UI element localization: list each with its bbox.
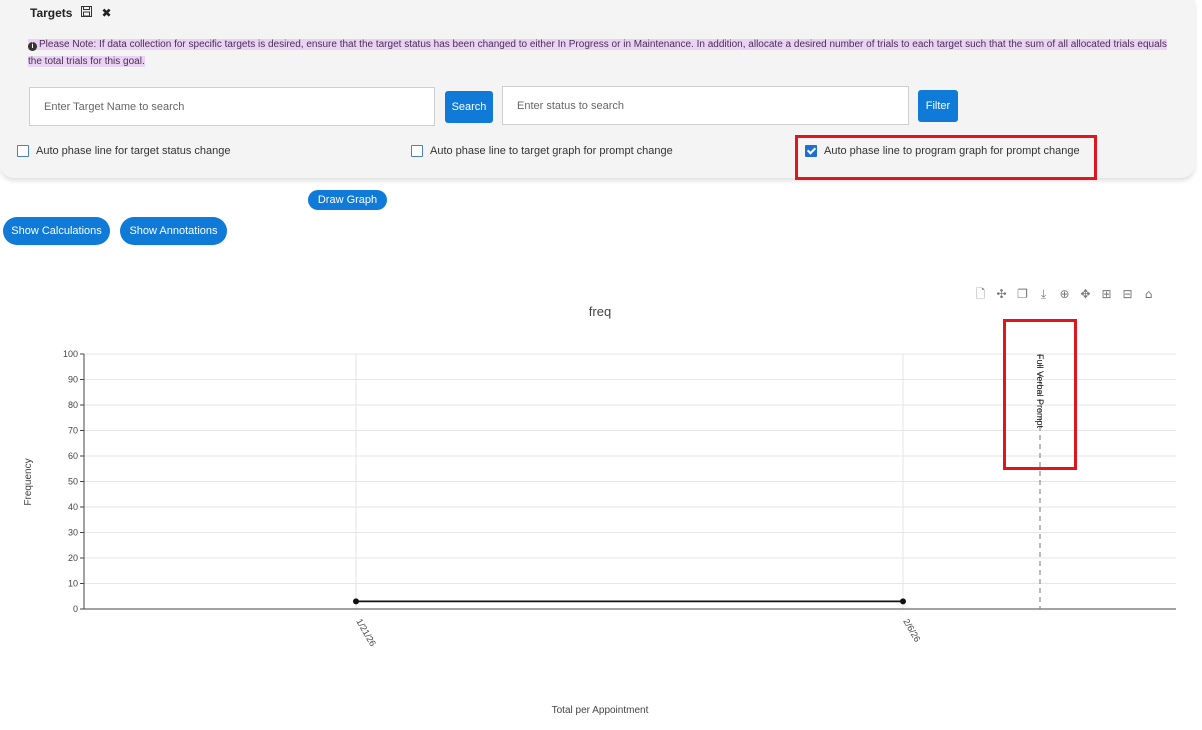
note-text: i Please Note: If data collection for spe…: [28, 36, 1176, 70]
y-axis-title: Frequency: [23, 458, 34, 505]
status-search-input[interactable]: [502, 86, 909, 125]
panel-header: Targets ✖: [30, 6, 112, 20]
y-tick-label: 50: [68, 477, 78, 487]
y-tick-label: 90: [68, 375, 78, 385]
y-tick-label: 0: [73, 604, 78, 614]
y-tick-label: 30: [68, 528, 78, 538]
phase-line-label: Full Verbal Prompt: [1035, 354, 1045, 429]
data-point: [900, 598, 906, 605]
checkbox-label: Auto phase line to program graph for pro…: [824, 145, 1080, 157]
y-tick-label: 80: [68, 400, 78, 410]
chart-title: freq: [589, 304, 611, 319]
y-tick-label: 70: [68, 426, 78, 436]
x-axis-title: Total per Appointment: [552, 705, 649, 716]
save-icon[interactable]: [81, 6, 93, 20]
y-tick-label: 40: [68, 502, 78, 512]
note-body: Please Note: If data collection for spec…: [28, 39, 1167, 67]
search-button[interactable]: Search: [445, 91, 493, 123]
x-tick-label: 2/6/26: [901, 617, 922, 644]
info-icon: i: [28, 42, 37, 51]
target-name-search-input[interactable]: [29, 87, 435, 126]
chart-plot-area: 0 10 20 30 40 50 60 70 80 90 100 1/21/26 2/6/26 Full …: [63, 349, 1176, 648]
panel-title: Targets: [30, 6, 73, 20]
checkbox-target-graph-prompt-phase[interactable]: Auto phase line to target graph for prom…: [411, 145, 673, 157]
y-tick-label: 60: [68, 451, 78, 461]
checkbox-program-graph-prompt-phase[interactable]: Auto phase line to program graph for pro…: [805, 145, 1080, 157]
checkbox-label: Auto phase line to target graph for prom…: [430, 145, 673, 157]
filter-button[interactable]: Filter: [918, 90, 958, 122]
y-tick-label: 20: [68, 553, 78, 563]
x-tick-label: 1/21/26: [354, 617, 378, 648]
checkbox-icon[interactable]: [17, 145, 29, 157]
checkbox-label: Auto phase line for target status change: [36, 145, 231, 157]
y-tick-label: 100: [63, 349, 78, 359]
close-icon[interactable]: ✖: [101, 6, 111, 20]
data-point: [353, 598, 359, 605]
y-tick-label: 10: [68, 579, 78, 589]
checkbox-target-status-phase[interactable]: Auto phase line for target status change: [17, 145, 230, 157]
checkbox-icon[interactable]: [411, 145, 423, 157]
checkbox-checked-icon[interactable]: [805, 145, 817, 157]
targets-panel: Targets ✖ i Please Note: If data collecti…: [0, 0, 1195, 178]
